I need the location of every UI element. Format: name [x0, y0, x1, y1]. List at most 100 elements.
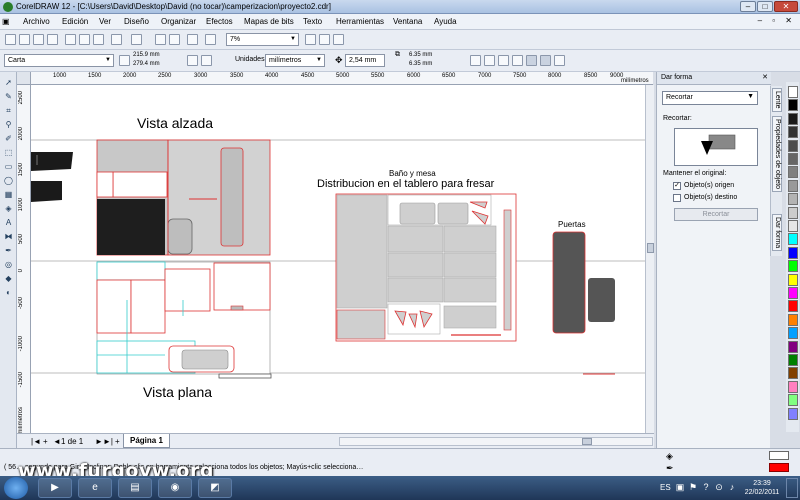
vertical-scrollbar[interactable]	[645, 85, 654, 433]
palette-swatch[interactable]	[788, 86, 798, 98]
plan-seat[interactable]	[181, 349, 229, 370]
text-tool-icon[interactable]: A	[3, 218, 14, 227]
plan-kitchen[interactable]	[213, 262, 271, 311]
palette-swatch[interactable]	[788, 394, 798, 407]
sheet-part[interactable]	[443, 277, 497, 303]
elevation-seat[interactable]	[167, 218, 193, 255]
page-tab-1[interactable]: Página 1	[123, 434, 170, 448]
outline-tool-icon[interactable]: ◎	[3, 260, 14, 269]
paper-height-field[interactable]: 279.4 mm	[130, 60, 180, 70]
sheet-part[interactable]	[399, 202, 436, 225]
label-puertas[interactable]: Puertas	[558, 220, 586, 229]
sheet-part[interactable]	[443, 305, 497, 329]
open-icon[interactable]	[19, 34, 30, 45]
plan-view-drawing[interactable]	[96, 261, 272, 379]
language-indicator[interactable]: ES	[660, 483, 671, 492]
elevation-fridge-block[interactable]	[97, 199, 165, 255]
add-page-before-button[interactable]: +	[43, 437, 48, 446]
eyedropper-tool-icon[interactable]: ✒	[3, 246, 14, 255]
palette-swatch[interactable]	[788, 99, 798, 112]
plan-cabinet[interactable]	[96, 261, 166, 281]
interactive-fill-tool-icon[interactable]: ◐	[3, 288, 14, 297]
start-button[interactable]	[4, 477, 28, 499]
palette-swatch[interactable]	[788, 300, 798, 313]
horizontal-scroll-thumb[interactable]	[582, 438, 592, 445]
cnc-sheet-layout[interactable]	[335, 193, 517, 342]
full-screen-preview-icon[interactable]	[305, 34, 316, 45]
paste-icon[interactable]	[93, 34, 104, 45]
drawing-canvas[interactable]: Vista alzada Vista plana Baño y mesa Dis…	[31, 85, 645, 433]
document-window-controls[interactable]: – ▫ ✕	[758, 16, 796, 25]
plan-cabinet[interactable]	[96, 279, 132, 334]
door-part[interactable]	[588, 278, 615, 322]
menu-efectos[interactable]: Efectos	[206, 17, 233, 26]
first-page-button[interactable]: |◄	[31, 437, 41, 446]
elevation-view-drawing[interactable]	[96, 139, 271, 256]
dynamic-guides-icon[interactable]	[512, 55, 523, 66]
sheet-part[interactable]	[387, 225, 444, 253]
media-player-icon[interactable]: ▶	[38, 478, 72, 498]
treat-as-filled-icon[interactable]	[526, 55, 537, 66]
close-icon[interactable]: ✕	[762, 73, 768, 81]
corel-online-icon[interactable]	[205, 34, 216, 45]
palette-swatch[interactable]	[788, 327, 798, 340]
interactive-blend-tool-icon[interactable]: ⧓	[3, 232, 14, 241]
shaping-mode-select[interactable]: Recortar ▼	[662, 91, 758, 105]
pick-tool-icon[interactable]: ➚	[3, 78, 14, 87]
ruler-origin-corner[interactable]	[17, 72, 31, 85]
sheet-part[interactable]	[437, 202, 469, 225]
crop-tool-icon[interactable]: ⌗	[3, 106, 14, 115]
ellipse-tool-icon[interactable]: ◯	[3, 176, 14, 185]
export-icon[interactable]	[169, 34, 180, 45]
options-icon[interactable]	[540, 55, 551, 66]
plan-table[interactable]	[164, 268, 211, 312]
minimize-button[interactable]: –	[740, 1, 756, 12]
palette-swatch[interactable]	[788, 220, 798, 232]
save-icon[interactable]	[33, 34, 44, 45]
previous-page-button[interactable]: ◄	[53, 437, 61, 446]
palette-swatch[interactable]	[788, 166, 798, 179]
landscape-icon[interactable]	[201, 55, 212, 66]
snap-to-objects-icon[interactable]	[498, 55, 509, 66]
undo-icon[interactable]	[111, 34, 122, 45]
label-bano-y-mesa[interactable]: Baño y mesa	[389, 169, 436, 178]
snap-to-guidelines-icon[interactable]	[484, 55, 495, 66]
palette-swatch[interactable]	[788, 407, 798, 420]
elevation-door-panel[interactable]	[220, 147, 244, 247]
coreldraw-app-icon[interactable]	[3, 2, 13, 12]
copy-icon[interactable]	[79, 34, 90, 45]
vertical-ruler[interactable]: 2500 2000 1500 1000 500 0 -500 -1000 -15…	[17, 85, 31, 435]
palette-swatch[interactable]	[788, 206, 798, 219]
fill-color-swatch[interactable]	[769, 451, 789, 460]
freehand-tool-icon[interactable]: ✐	[3, 134, 14, 143]
print-icon[interactable]	[47, 34, 58, 45]
tab-dar-forma[interactable]: Dar forma	[772, 214, 782, 252]
last-page-button[interactable]: ►|	[103, 437, 113, 446]
palette-swatch[interactable]	[788, 139, 798, 152]
cut-icon[interactable]	[65, 34, 76, 45]
plan-cabinet[interactable]	[130, 279, 166, 334]
menu-edicion[interactable]: Edición	[62, 17, 88, 26]
trim-apply-button[interactable]: Recortar	[674, 208, 758, 221]
maximize-button[interactable]: □	[757, 1, 773, 12]
palette-swatch[interactable]	[788, 260, 798, 273]
zoom-tool-icon[interactable]: ⚲	[3, 120, 14, 129]
polygon-tool-icon[interactable]: ▦	[3, 190, 14, 199]
sheet-part[interactable]	[336, 309, 386, 340]
duplicate-y-field[interactable]: 6.35 mm	[406, 60, 456, 70]
tray-icon[interactable]: ⚑	[688, 482, 698, 492]
menu-ventana[interactable]: Ventana	[393, 17, 422, 26]
app-taskbar-icon[interactable]: ◩	[198, 478, 232, 498]
palette-swatch[interactable]	[788, 273, 798, 286]
palette-swatch[interactable]	[788, 340, 798, 353]
palette-swatch[interactable]	[788, 367, 798, 380]
door-part[interactable]	[552, 231, 586, 334]
tray-icon[interactable]: ⊙	[714, 482, 724, 492]
elevation-window[interactable]	[96, 171, 114, 198]
sheet-part[interactable]	[443, 225, 497, 253]
default-units-icon[interactable]	[554, 55, 565, 66]
menu-mapas-de-bits[interactable]: Mapas de bits	[244, 17, 294, 26]
outline-color-swatch[interactable]	[769, 463, 789, 472]
horizontal-scrollbar[interactable]	[339, 437, 653, 446]
units-select[interactable]: milímetros ▼	[265, 54, 325, 67]
